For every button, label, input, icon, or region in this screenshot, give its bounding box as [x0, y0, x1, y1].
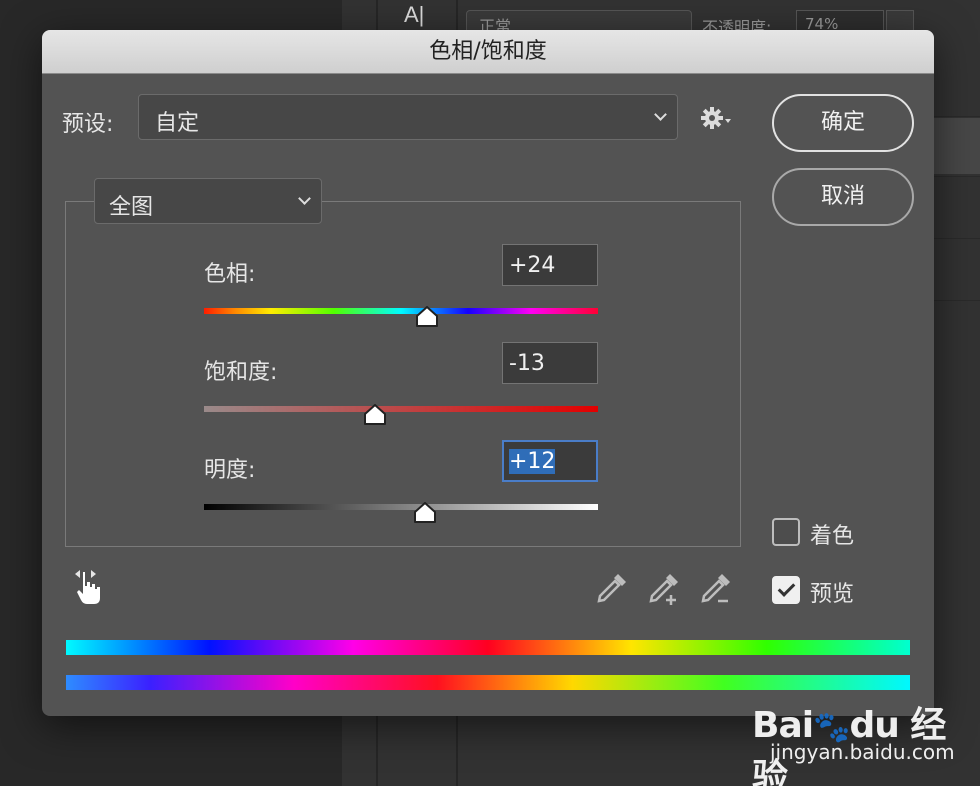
saturation-input[interactable]: -13 — [502, 342, 598, 384]
cancel-button[interactable]: 取消 — [772, 168, 914, 226]
watermark-url: jingyan.baidu.com — [770, 740, 955, 764]
preview-checkbox[interactable] — [772, 576, 800, 604]
lightness-label: 明度: — [204, 458, 256, 483]
hue-slider-track[interactable] — [204, 308, 598, 314]
lightness-input[interactable]: +12 — [502, 440, 598, 482]
input-color-bar — [66, 640, 910, 655]
colorize-label: 着色 — [810, 524, 855, 549]
channel-value: 全图 — [109, 195, 154, 220]
eyedropper-icon[interactable] — [594, 570, 630, 606]
hue-input[interactable]: +24 — [502, 244, 598, 286]
chevron-down-icon — [654, 108, 667, 121]
hue-label: 色相: — [204, 262, 256, 287]
preset-select[interactable]: 自定 — [138, 94, 678, 140]
dialog-title: 色相/饱和度 — [429, 39, 547, 64]
hue-value: +24 — [509, 253, 556, 278]
lightness-slider-thumb[interactable] — [413, 502, 437, 524]
preset-value: 自定 — [155, 111, 200, 136]
hue-saturation-dialog: 色相/饱和度 预设: 自定 确定 取消 全图 色相: +24 饱和度: -13 … — [42, 30, 934, 716]
eyedropper-add-icon[interactable] — [646, 570, 682, 606]
lightness-value: +12 — [509, 449, 556, 474]
chevron-down-icon — [298, 192, 311, 205]
dialog-titlebar[interactable]: 色相/饱和度 — [42, 30, 934, 74]
ok-button[interactable]: 确定 — [772, 94, 914, 152]
saturation-label: 饱和度: — [204, 360, 278, 385]
preset-label: 预设: — [62, 112, 114, 137]
eyedropper-subtract-icon[interactable] — [698, 570, 734, 606]
channel-select[interactable]: 全图 — [94, 178, 322, 224]
checkmark-icon — [777, 579, 796, 597]
lightness-slider-track[interactable] — [204, 504, 598, 510]
text-tool-icon[interactable]: A| — [404, 2, 424, 28]
saturation-slider-thumb[interactable] — [363, 404, 387, 426]
adjustment-group — [65, 201, 741, 547]
output-color-bar — [66, 675, 910, 690]
hue-slider-thumb[interactable] — [415, 306, 439, 328]
targeted-adjustment-hand-icon[interactable] — [72, 568, 106, 606]
saturation-slider-track[interactable] — [204, 406, 598, 412]
layer-row[interactable] — [934, 118, 980, 174]
gear-icon[interactable] — [700, 104, 736, 132]
preview-label: 预览 — [810, 582, 855, 607]
colorize-checkbox[interactable] — [772, 518, 800, 546]
saturation-value: -13 — [509, 351, 545, 376]
